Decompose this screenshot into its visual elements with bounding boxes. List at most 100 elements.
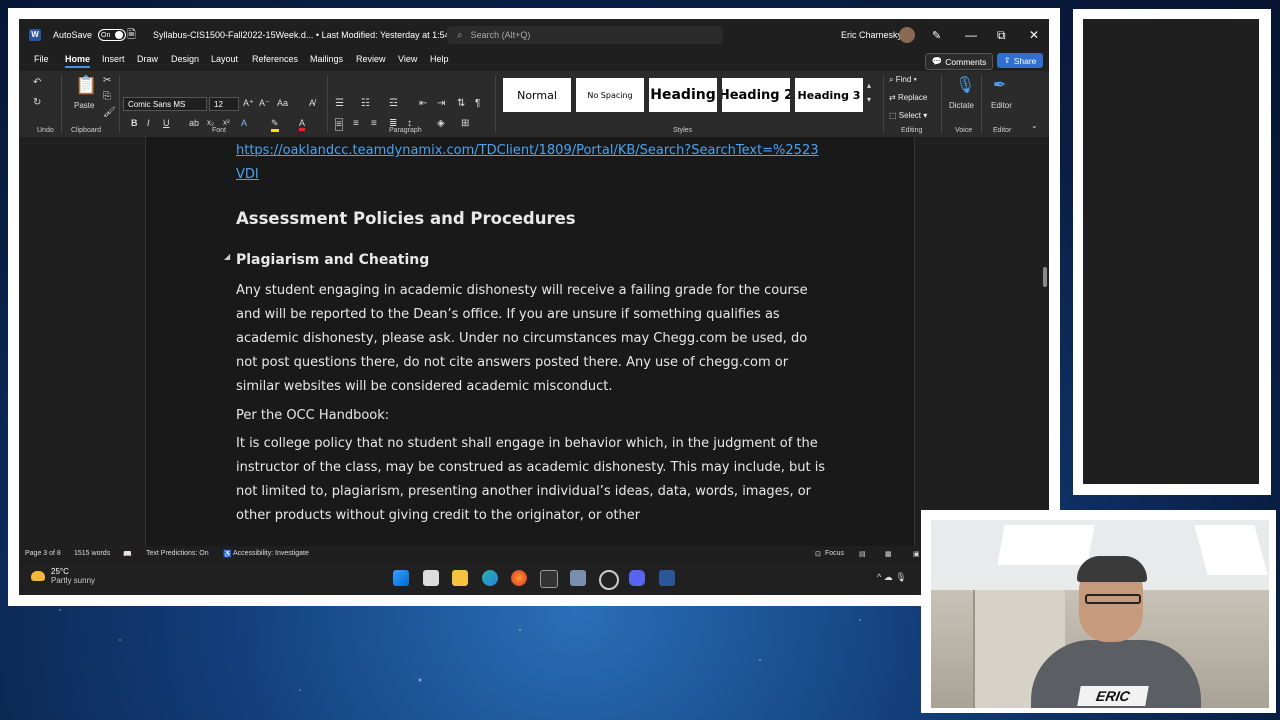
minimize-button[interactable]: — xyxy=(965,19,977,51)
select-button[interactable]: ⬚ Select ▾ xyxy=(889,111,927,120)
search-input[interactable]: ⌕ Search (Alt+Q) xyxy=(447,26,723,44)
save-icon[interactable]: 🗎 xyxy=(127,19,136,51)
terminal-icon[interactable] xyxy=(540,570,558,588)
increase-indent-icon[interactable]: ⇥ xyxy=(437,98,445,109)
align-center-icon[interactable]: ≡ xyxy=(353,118,359,129)
web-layout-icon[interactable]: ▣ xyxy=(913,550,920,558)
autosave-switch[interactable]: On xyxy=(98,29,127,41)
task-view-icon[interactable] xyxy=(423,570,439,586)
change-case-icon[interactable]: Aa xyxy=(277,98,288,108)
dictate-label[interactable]: Dictate xyxy=(949,101,974,110)
close-button[interactable]: ✕ xyxy=(1029,19,1039,51)
style-heading-1[interactable]: Heading xyxy=(649,78,717,112)
show-marks-icon[interactable]: ¶ xyxy=(475,98,480,109)
format-painter-icon[interactable]: 🖌 xyxy=(103,107,116,118)
proofing-icon[interactable]: 📖 xyxy=(123,550,132,558)
replace-button[interactable]: ⇄ Replace xyxy=(889,93,927,102)
bullets-icon[interactable]: ☰ xyxy=(335,98,344,109)
tab-layout[interactable]: Layout xyxy=(211,54,238,64)
discord-icon[interactable] xyxy=(629,570,645,586)
subscript-icon[interactable]: x₂ xyxy=(207,118,214,127)
microphone-icon[interactable]: 🎙 xyxy=(955,75,975,95)
editor-icon[interactable]: ✒ xyxy=(993,75,1006,95)
vertical-scrollbar[interactable] xyxy=(1041,137,1049,545)
collapse-heading-icon[interactable]: ◢ xyxy=(224,252,230,261)
file-explorer-icon[interactable] xyxy=(452,570,468,586)
style-normal[interactable]: Normal xyxy=(503,78,571,112)
word-count[interactable]: 1515 words xyxy=(74,550,110,557)
shrink-font-icon[interactable]: A⁻ xyxy=(259,98,270,109)
paste-icon[interactable]: 📋 xyxy=(75,75,97,96)
avatar[interactable] xyxy=(899,19,915,51)
font-size-select[interactable]: 12 xyxy=(209,97,239,111)
font-color-icon[interactable]: A xyxy=(299,118,306,131)
user-name[interactable]: Eric Charnesky xyxy=(841,19,902,51)
tab-help[interactable]: Help xyxy=(430,54,449,64)
start-icon[interactable] xyxy=(393,570,409,586)
italic-icon[interactable]: I xyxy=(147,118,150,128)
redo-icon[interactable]: ↻ xyxy=(33,97,41,108)
word-taskbar-icon[interactable] xyxy=(659,570,675,586)
pen-icon[interactable]: ✎ xyxy=(932,19,941,51)
bold-icon[interactable]: B xyxy=(131,118,138,128)
maximize-button[interactable]: ⧉ xyxy=(997,19,1006,51)
tab-home[interactable]: Home xyxy=(65,54,91,68)
scrollbar-thumb[interactable] xyxy=(1043,267,1047,287)
clear-format-icon[interactable]: A̸ xyxy=(309,98,315,108)
underline-icon[interactable]: U xyxy=(163,118,170,128)
print-layout-icon[interactable]: ▦ xyxy=(885,550,892,558)
copy-icon[interactable]: ⎘ xyxy=(103,91,111,102)
styles-scroll-up-icon[interactable]: ▴ xyxy=(867,81,871,90)
shading-icon[interactable]: ◈ xyxy=(437,118,445,129)
superscript-icon[interactable]: x² xyxy=(223,118,230,127)
style-no-spacing[interactable]: No Spacing xyxy=(576,78,644,112)
find-button[interactable]: ⌕ Find ▾ xyxy=(889,75,917,85)
tab-references[interactable]: References xyxy=(252,54,298,64)
paste-label[interactable]: Paste xyxy=(74,101,94,110)
share-button[interactable]: ⇪ Share xyxy=(997,53,1043,68)
collapse-ribbon-icon[interactable]: ⌄ xyxy=(1031,121,1038,130)
accessibility-status[interactable]: Accessibility: Investigate xyxy=(233,550,309,557)
decrease-indent-icon[interactable]: ⇤ xyxy=(419,98,427,109)
firefox-icon[interactable] xyxy=(511,570,527,586)
document-page[interactable]: https://oaklandcc.teamdynamix.com/TDClie… xyxy=(145,137,915,547)
text-predictions[interactable]: Text Predictions: On xyxy=(146,550,209,557)
page-count[interactable]: Page 3 of 8 xyxy=(25,550,61,557)
grow-font-icon[interactable]: A⁺ xyxy=(243,98,254,109)
tab-file[interactable]: File xyxy=(34,54,49,64)
edge-icon[interactable] xyxy=(482,570,498,586)
text-effects-icon[interactable]: A xyxy=(241,118,247,128)
focus-button[interactable]: Focus xyxy=(825,550,844,557)
tab-design[interactable]: Design xyxy=(171,54,199,64)
autosave-toggle[interactable]: AutoSave On xyxy=(53,19,127,51)
multilevel-list-icon[interactable]: ☲ xyxy=(389,98,398,109)
tab-draw[interactable]: Draw xyxy=(137,54,158,64)
document-title[interactable]: Syllabus-CIS1500-Fall2022-15Week.d... • … xyxy=(153,19,474,51)
system-tray[interactable]: ^ ☁ 🎙 xyxy=(877,572,907,583)
highlight-icon[interactable]: ✎ xyxy=(271,118,279,132)
undo-icon[interactable]: ↶ xyxy=(33,77,41,88)
read-mode-icon[interactable]: ▤ xyxy=(859,550,866,558)
style-heading-2[interactable]: Heading 2 xyxy=(722,78,790,112)
tab-review[interactable]: Review xyxy=(356,54,386,64)
style-heading-3[interactable]: Heading 3 xyxy=(795,78,863,112)
styles-scroll-down-icon[interactable]: ▾ xyxy=(867,95,871,104)
strikethrough-icon[interactable]: ab xyxy=(189,118,199,128)
borders-icon[interactable]: ⊞ xyxy=(461,118,469,129)
font-name-select[interactable]: Comic Sans MS xyxy=(123,97,207,111)
align-left-icon[interactable]: ≡ xyxy=(335,118,343,131)
cut-icon[interactable]: ✂ xyxy=(103,75,111,86)
editor-label[interactable]: Editor xyxy=(991,101,1012,110)
tab-view[interactable]: View xyxy=(398,54,417,64)
align-right-icon[interactable]: ≡ xyxy=(371,118,377,129)
comments-button[interactable]: 💬 Comments xyxy=(925,53,993,70)
sort-icon[interactable]: ⇅ xyxy=(457,98,465,109)
app-icon[interactable] xyxy=(570,570,586,586)
ribbon-tabs: File Home Insert Draw Design Layout Refe… xyxy=(19,51,1049,71)
vdi-link[interactable]: https://oaklandcc.teamdynamix.com/TDClie… xyxy=(236,139,826,187)
tab-insert[interactable]: Insert xyxy=(102,54,125,64)
weather-widget[interactable]: 25°C Partly sunny xyxy=(31,567,95,585)
tab-mailings[interactable]: Mailings xyxy=(310,54,343,64)
numbering-icon[interactable]: ☷ xyxy=(361,98,370,109)
obs-icon[interactable] xyxy=(599,570,619,590)
